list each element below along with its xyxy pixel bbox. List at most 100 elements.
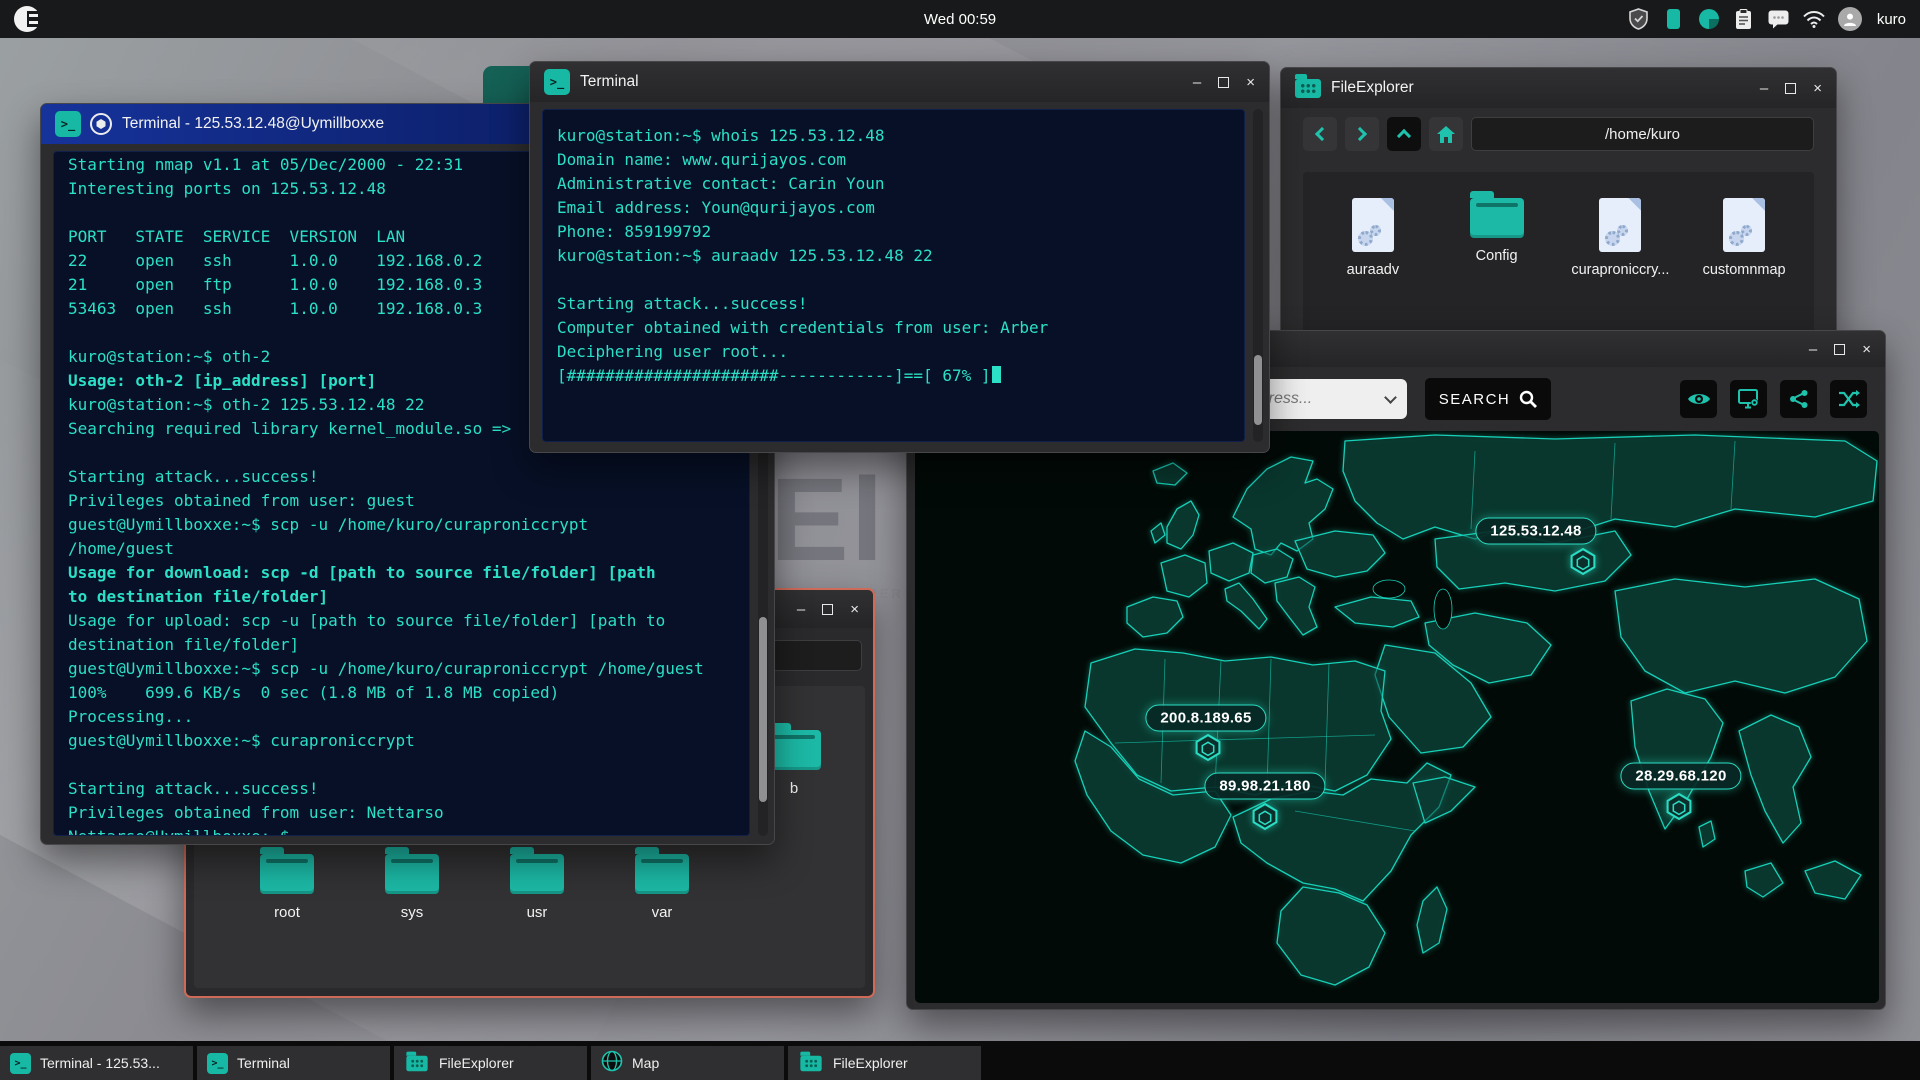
terminal-line: Usage for upload: scp -u [path to source… — [68, 609, 737, 633]
clipboard-icon[interactable] — [1733, 8, 1755, 30]
file-item[interactable]: customnmap — [1682, 198, 1806, 346]
file-item[interactable]: Config — [1435, 198, 1559, 346]
wifi-icon[interactable] — [1803, 8, 1825, 30]
hexagon-node-icon[interactable] — [1252, 802, 1279, 836]
file-icon — [1352, 198, 1394, 252]
taskbar-item-label: Terminal — [237, 1055, 290, 1071]
desktop: El OPER FileExplorer – × /home/kuro aura… — [0, 0, 1920, 1080]
hexagon-node-icon[interactable] — [1570, 547, 1597, 581]
back-button[interactable] — [1303, 117, 1337, 151]
system-top-bar: Wed 00:59 kuro — [0, 0, 1920, 38]
minimize-button[interactable]: – — [797, 602, 805, 617]
map-ip-label[interactable]: 125.53.12.48 — [1475, 518, 1596, 545]
disk-usage-icon[interactable] — [1698, 8, 1720, 30]
file-explorer-window: FileExplorer – × /home/kuro auraadv Confi… — [1280, 67, 1837, 347]
terminal-line: Phone: 859199792 — [557, 220, 1232, 244]
taskbar-item-label: FileExplorer — [439, 1055, 514, 1071]
file-item-label: customnmap — [1703, 262, 1786, 278]
minimize-button[interactable]: – — [1760, 81, 1768, 96]
terminal-line: Domain name: www.qurijayos.com — [557, 148, 1232, 172]
file-grid: auraadv Config curaproniccry... customnmap — [1303, 172, 1814, 346]
shuffle-button[interactable] — [1830, 380, 1867, 418]
folder-item[interactable]: usr — [482, 854, 592, 921]
file-item[interactable]: curaproniccry... — [1559, 198, 1683, 346]
taskbar-item-fileexplorer[interactable]: FileExplorer — [788, 1046, 981, 1080]
terminal-icon: >_ — [10, 1053, 31, 1074]
terminal-cursor — [992, 366, 1001, 383]
terminal-icon: >_ — [207, 1053, 228, 1074]
folder-item-label: var — [652, 904, 673, 921]
minimize-button[interactable]: – — [1809, 342, 1817, 357]
chevron-left-icon — [1315, 127, 1329, 141]
folder-item[interactable]: root — [232, 854, 342, 921]
taskbar-item-fileexplorer[interactable]: FileExplorer — [394, 1046, 587, 1080]
folder-icon — [635, 854, 689, 894]
maximize-button[interactable] — [1785, 83, 1796, 94]
shield-status-icon[interactable] — [1628, 8, 1650, 30]
file-item[interactable]: auraadv — [1311, 198, 1435, 346]
close-button[interactable]: × — [1862, 342, 1871, 357]
chevron-up-icon — [1397, 129, 1411, 143]
search-button[interactable]: SEARCH — [1425, 378, 1551, 420]
maximize-button[interactable] — [1218, 77, 1229, 88]
terminal-line: Privileges obtained from user: Nettarso — [68, 801, 737, 825]
battery-icon[interactable] — [1663, 8, 1685, 30]
remote-desktop-button[interactable] — [1730, 380, 1767, 418]
path-field[interactable]: /home/kuro — [1471, 117, 1814, 151]
chat-icon[interactable] — [1768, 8, 1790, 30]
terminal-line: Privileges obtained from user: guest — [68, 489, 737, 513]
folder-item[interactable]: var — [607, 854, 717, 921]
terminal-line: destination file/folder] — [68, 633, 737, 657]
map-ip-label[interactable]: 200.8.189.65 — [1145, 705, 1266, 732]
file-item-label: Config — [1476, 248, 1518, 264]
taskbar-item-terminal-125-53[interactable]: >_Terminal - 125.53... — [0, 1046, 193, 1080]
monitor-gear-icon — [1738, 389, 1760, 409]
visibility-button[interactable] — [1680, 380, 1717, 418]
maximize-button[interactable] — [822, 604, 833, 615]
map-ip-label[interactable]: 28.29.68.120 — [1620, 763, 1741, 790]
folder-item-label: usr — [527, 904, 548, 921]
terminal-2-screen[interactable]: kuro@station:~$ whois 125.53.12.48Domain… — [542, 109, 1245, 442]
search-icon — [1519, 390, 1537, 408]
map-ip-label[interactable]: 89.98.21.180 — [1204, 773, 1325, 800]
terminal-line: 100% 699.6 KB/s 0 sec (1.8 MB of 1.8 MB … — [68, 681, 737, 705]
terminal-line: guest@Uymillboxxe:~$ scp -u /home/kuro/c… — [68, 513, 737, 537]
shuffle-icon — [1838, 389, 1860, 409]
folder-icon — [406, 1055, 427, 1071]
folder-icon — [800, 1055, 821, 1071]
taskbar: >_Terminal - 125.53...>_TerminalFileExpl… — [0, 1041, 1920, 1080]
up-button[interactable] — [1387, 117, 1421, 151]
home-button[interactable] — [1429, 117, 1463, 151]
hexagon-node-icon[interactable] — [1666, 792, 1693, 826]
terminal-line: Email address: Youn@qurijayos.com — [557, 196, 1232, 220]
taskbar-item-terminal[interactable]: >_ Terminal — [197, 1046, 390, 1080]
share-button[interactable] — [1780, 380, 1817, 418]
taskbar-item-label: FileExplorer — [833, 1055, 908, 1071]
forward-button[interactable] — [1345, 117, 1379, 151]
scrollbar-thumb[interactable] — [759, 617, 767, 802]
taskbar-item-map[interactable]: Map — [591, 1046, 784, 1080]
taskbar-item-label: Map — [632, 1055, 659, 1071]
close-button[interactable]: × — [850, 602, 859, 617]
window-title: FileExplorer — [1331, 79, 1414, 97]
terminal-line — [68, 753, 737, 777]
file-item-label: curaproniccry... — [1571, 262, 1669, 278]
hexagon-node-icon[interactable] — [1195, 733, 1222, 767]
user-avatar[interactable] — [1838, 7, 1862, 31]
world-map[interactable]: 125.53.12.48 200.8.189.65 89.98.21.180 28.2… — [915, 431, 1879, 1003]
terminal-2-titlebar[interactable]: >_ Terminal – × — [530, 62, 1269, 102]
scrollbar-thumb[interactable] — [1254, 355, 1262, 425]
terminal-line: kuro@station:~$ auraadv 125.53.12.48 22 — [557, 244, 1232, 268]
chevron-right-icon — [1353, 127, 1367, 141]
close-button[interactable]: × — [1813, 81, 1822, 96]
file-explorer-titlebar[interactable]: FileExplorer – × — [1281, 68, 1836, 108]
minimize-button[interactable]: – — [1193, 75, 1201, 90]
terminal-line: Starting attack...success! — [68, 777, 737, 801]
share-icon — [1789, 389, 1809, 409]
folder-item[interactable]: sys — [357, 854, 467, 921]
maximize-button[interactable] — [1834, 344, 1845, 355]
close-button[interactable]: × — [1246, 75, 1255, 90]
folder-item-label: root — [274, 904, 300, 921]
file-item-label: auraadv — [1347, 262, 1399, 278]
scrollbar[interactable] — [1253, 109, 1263, 442]
